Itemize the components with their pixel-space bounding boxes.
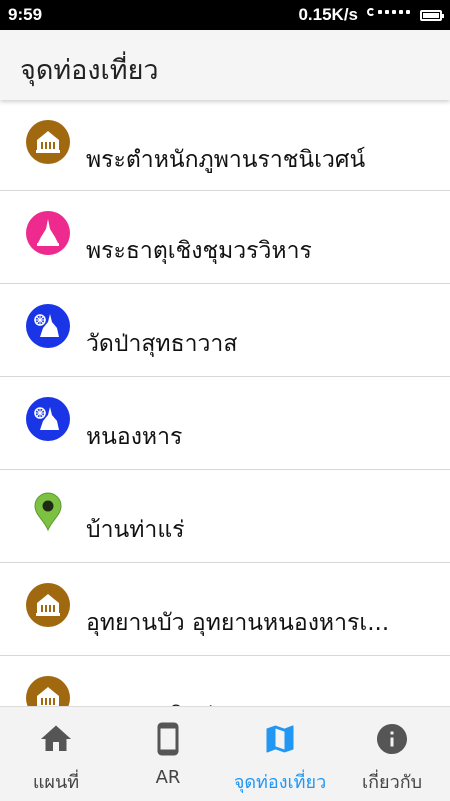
royal-palace-icon — [26, 676, 70, 706]
map-pin-icon — [26, 490, 70, 534]
list-item[interactable]: หนองหาร — [0, 377, 450, 470]
status-bar: 9:59 0.15K/s — [0, 0, 450, 30]
app-bar: จุดท่องเที่ยว — [0, 30, 450, 100]
bottom-navigation: แผนที่ AR จุดท่องเที่ยว เกี่ยวกับ — [0, 706, 450, 801]
list-item[interactable]: ธรรมชาติแห่งความสุข ... — [0, 656, 450, 706]
tab-about[interactable]: เกี่ยวกับ — [336, 707, 448, 801]
list-item[interactable]: พระธาตุเชิงชุมวรวิหาร — [0, 191, 450, 284]
list-item[interactable]: อุทยานบัว อุทยานหนองหารเ... — [0, 563, 450, 656]
royal-palace-icon — [26, 120, 70, 164]
tab-map[interactable]: แผนที่ — [0, 707, 112, 801]
dharma-wheel-stupa-icon — [26, 397, 70, 441]
tab-label: AR — [155, 767, 181, 788]
page-title: จุดท่องเที่ยว — [20, 55, 159, 86]
place-name: บ้านท่าแร่ — [86, 517, 185, 543]
network-speed: 0.15K/s — [298, 5, 358, 24]
tab-attractions[interactable]: จุดท่องเที่ยว — [224, 707, 336, 801]
tab-label: จุดท่องเที่ยว — [233, 772, 327, 793]
tab-label: เกี่ยวกับ — [361, 772, 423, 793]
status-time: 9:59 — [8, 5, 43, 24]
dharma-wheel-stupa-icon — [26, 304, 70, 348]
place-name: พระตำหนักภูพานราชนิเวศน์ — [86, 147, 366, 173]
place-name: หนองหาร — [86, 424, 183, 450]
map-icon — [266, 725, 294, 753]
info-icon — [377, 724, 407, 754]
list-item[interactable]: พระตำหนักภูพานราชนิเวศน์ — [0, 100, 450, 191]
stupa-icon — [26, 211, 70, 255]
royal-palace-icon — [26, 583, 70, 627]
place-name: อุทยานบัว อุทยานหนองหารเ... — [86, 610, 390, 636]
place-name: วัดป่าสุทธาวาส — [86, 331, 238, 357]
place-name: พระธาตุเชิงชุมวรวิหาร — [86, 238, 312, 264]
place-name: ธรรมชาติแห่งความสุข ... — [86, 698, 340, 706]
phone-icon — [157, 722, 179, 756]
list-item[interactable]: บ้านท่าแร่ — [0, 470, 450, 563]
tab-label: แผนที่ — [32, 772, 80, 793]
home-icon — [41, 725, 71, 751]
tab-ar[interactable]: AR — [112, 707, 224, 801]
signal-icon — [367, 8, 410, 16]
battery-icon — [420, 10, 444, 21]
list-item[interactable]: วัดป่าสุทธาวาส — [0, 284, 450, 377]
places-list[interactable]: พระตำหนักภูพานราชนิเวศน์ พระธาตุเชิงชุมว… — [0, 100, 450, 706]
